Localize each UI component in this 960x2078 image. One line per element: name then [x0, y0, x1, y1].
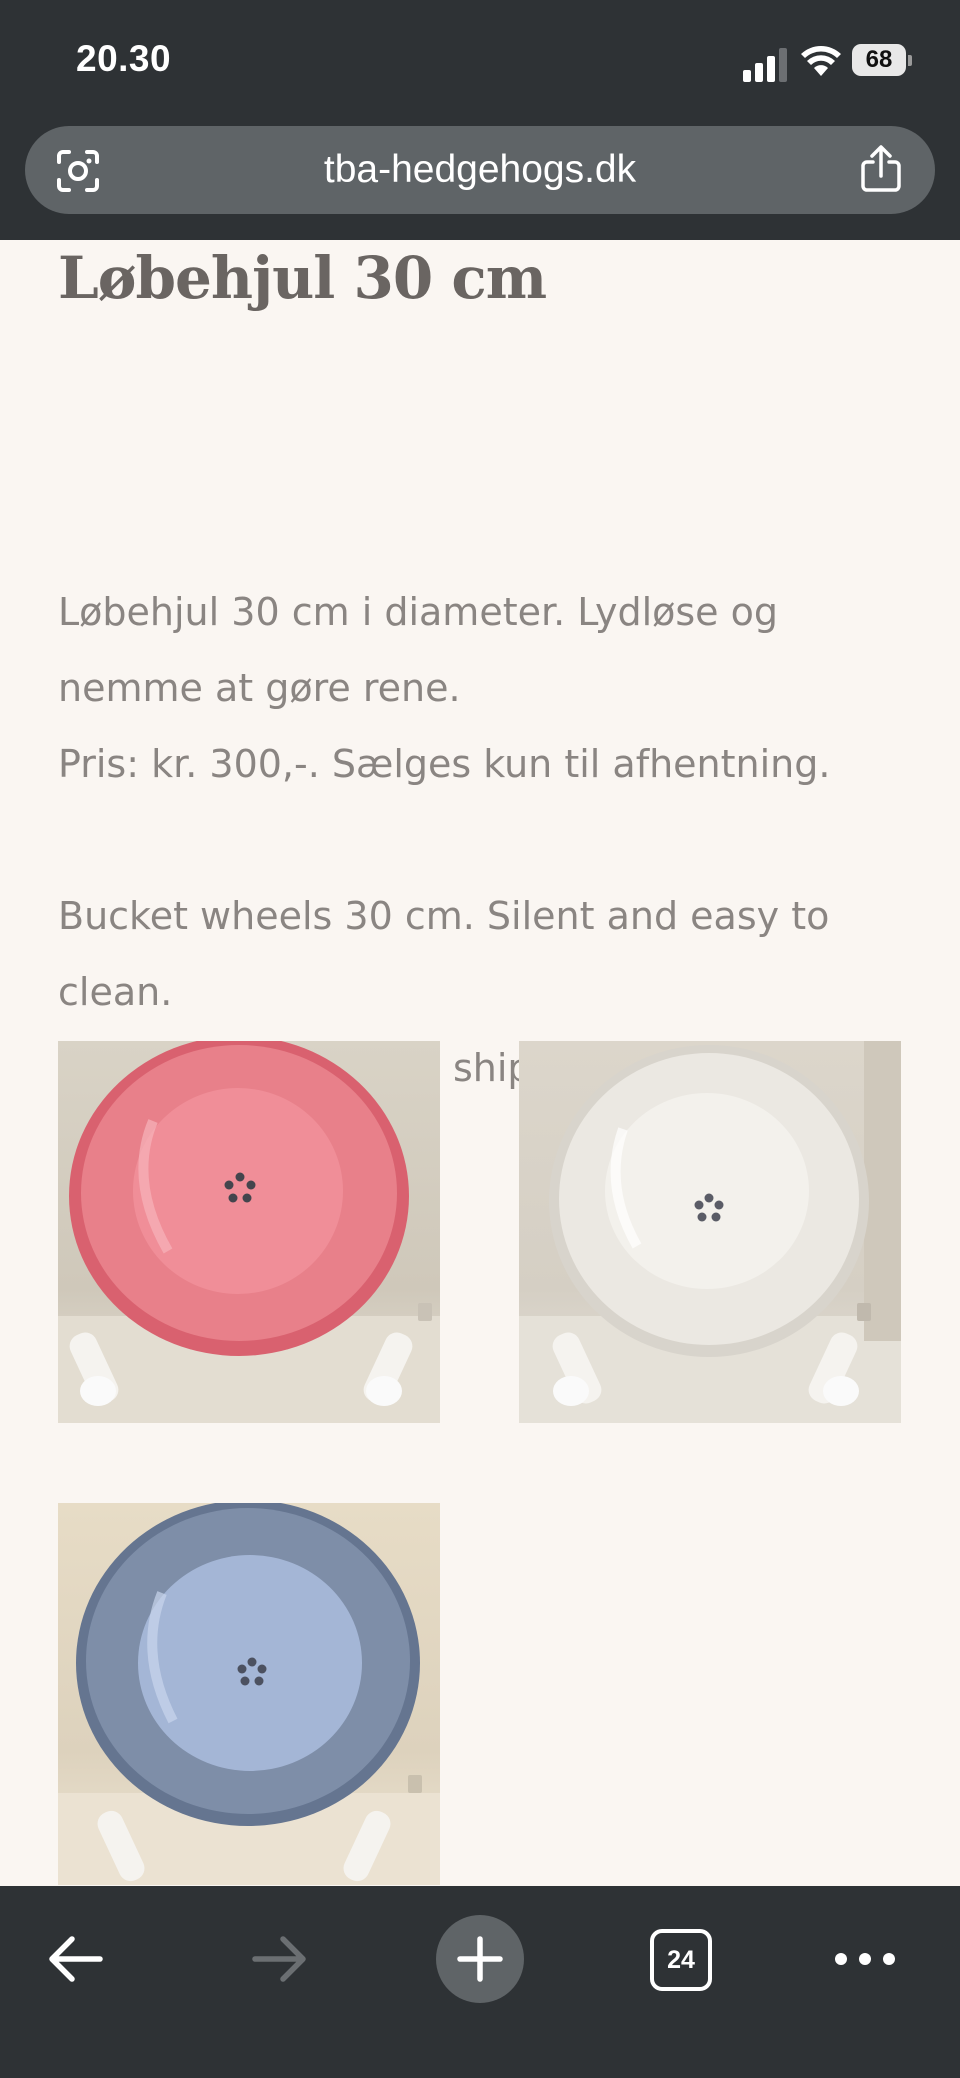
new-tab-button[interactable] [436, 1915, 524, 2003]
danish-line-1: Løbehjul 30 cm i diameter. Lydløse og ne… [58, 590, 778, 710]
status-time: 20.30 [76, 38, 172, 79]
status-bar: 20.30 68 [0, 38, 960, 88]
url-text[interactable]: tba-hedgehogs.dk [25, 126, 935, 214]
plus-icon [457, 1936, 503, 1982]
pink-wheel-image [58, 1041, 440, 1423]
signal-icon [743, 48, 787, 82]
forward-arrow-icon[interactable] [233, 1914, 323, 2004]
tabs-button[interactable]: 24 [635, 1914, 725, 2004]
wifi-icon [801, 46, 841, 76]
danish-description: Løbehjul 30 cm i diameter. Lydløse og ne… [58, 574, 898, 802]
battery-icon: 68 [852, 44, 912, 78]
white-wheel-image [519, 1041, 901, 1423]
photo-blue-wheel[interactable] [58, 1503, 440, 1885]
photo-white-wheel[interactable] [519, 1041, 901, 1423]
page-title: Løbehjul 30 cm [58, 244, 547, 312]
more-icon[interactable] [820, 1914, 910, 2004]
browser-top-bar: 20.30 68 tba-hedgehogs.dk [0, 0, 960, 240]
share-icon[interactable] [859, 144, 903, 194]
back-arrow-icon[interactable] [32, 1914, 122, 2004]
battery-level: 68 [852, 44, 906, 76]
photo-pink-wheel[interactable] [58, 1041, 440, 1423]
english-line-1: Bucket wheels 30 cm. Silent and easy to … [58, 894, 830, 1014]
tabs-icon: 24 [650, 1929, 712, 1991]
danish-line-2: Pris: kr. 300,-. Sælges kun til afhentni… [58, 742, 831, 786]
blue-wheel-image [58, 1503, 440, 1885]
address-bar[interactable]: tba-hedgehogs.dk [25, 126, 935, 214]
browser-bottom-bar: 24 [0, 1886, 960, 2078]
